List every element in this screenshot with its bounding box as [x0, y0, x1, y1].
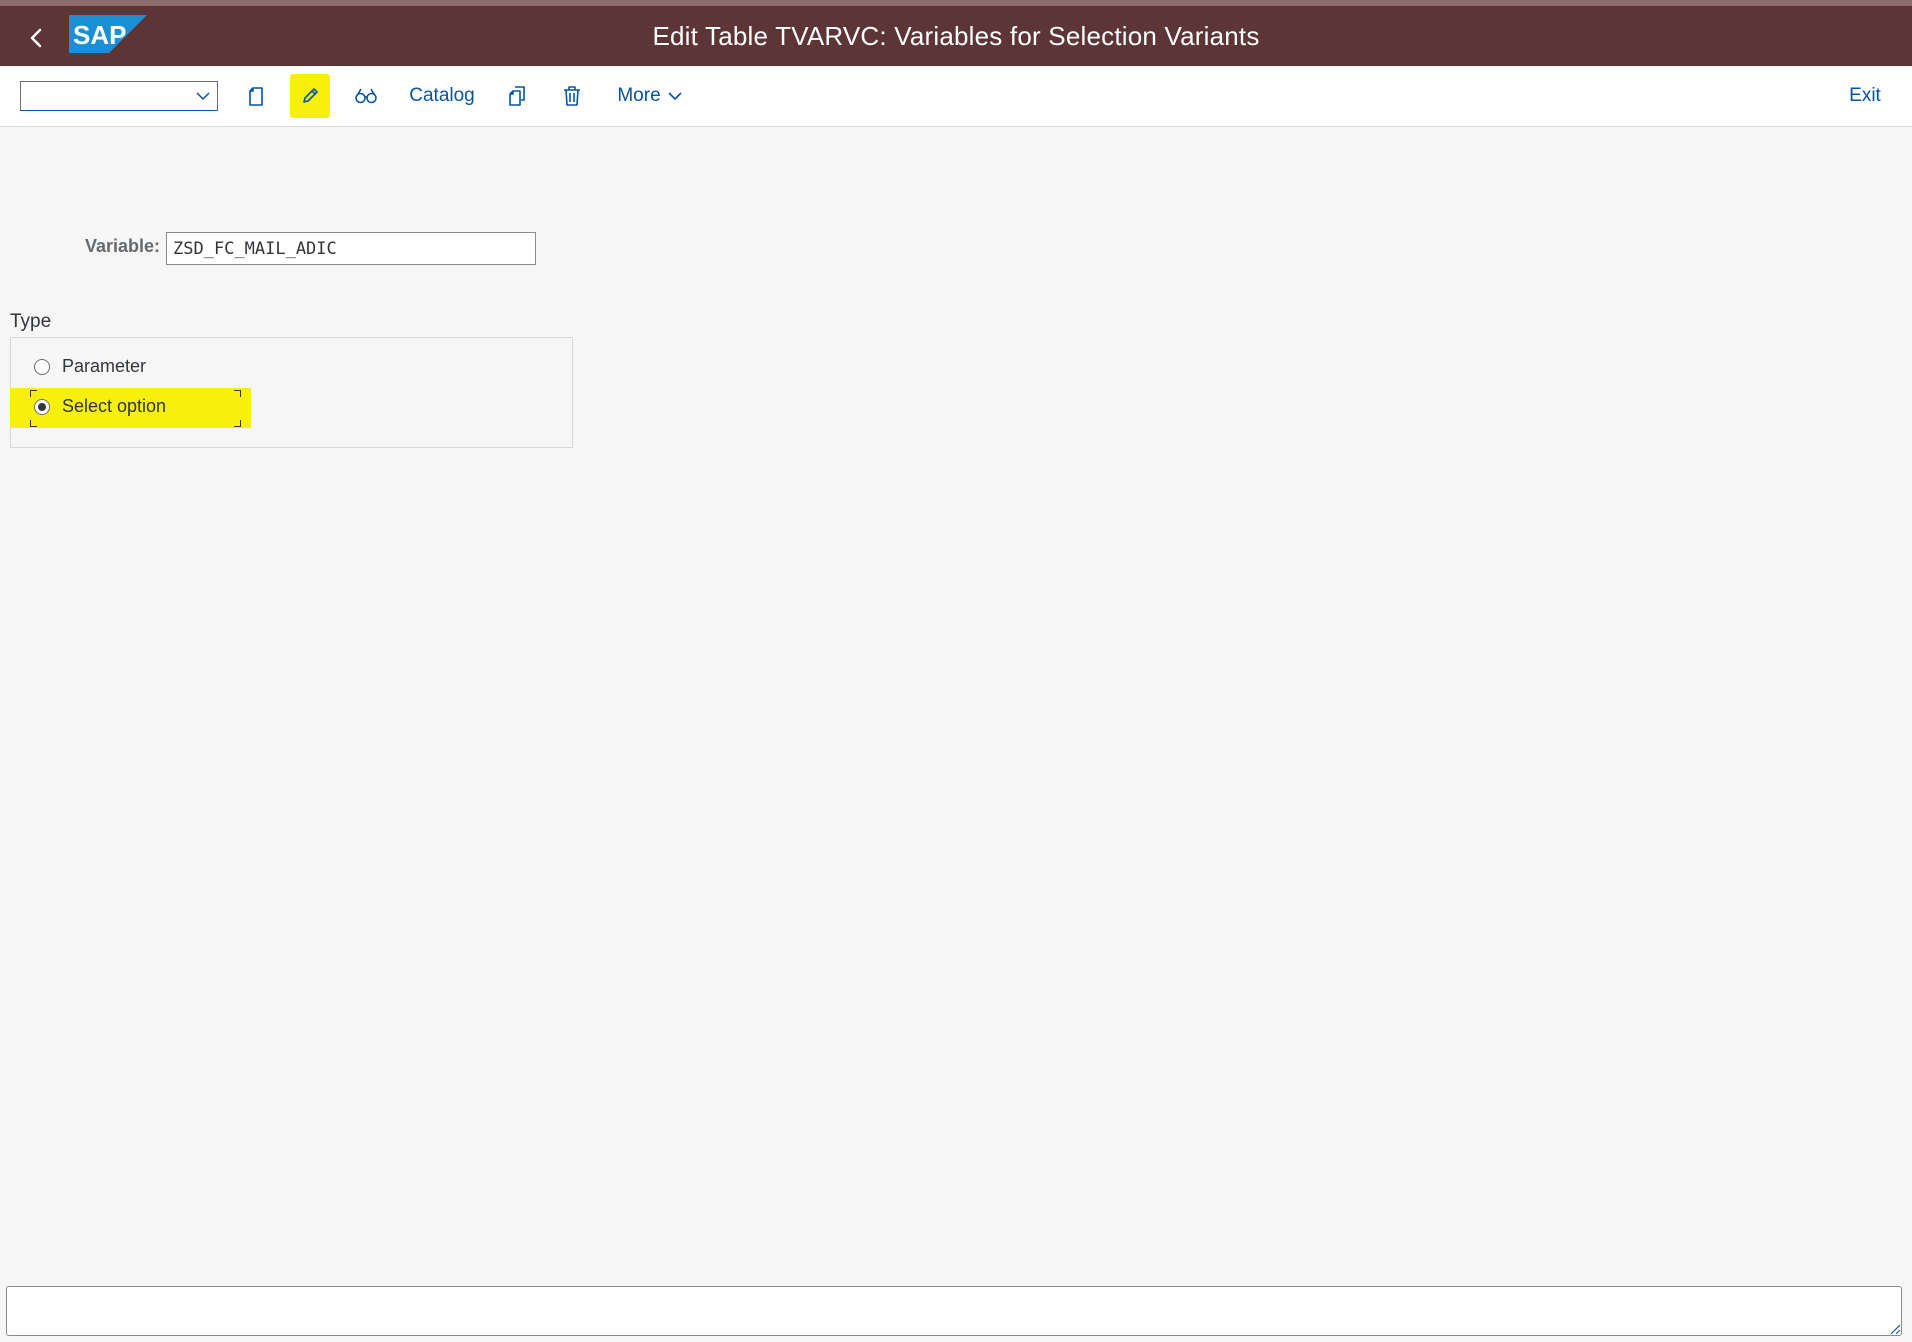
new-document-icon: [249, 87, 263, 106]
edit-button[interactable]: [290, 74, 330, 118]
exit-button[interactable]: Exit: [1840, 76, 1890, 116]
focus-frame-corner: [30, 420, 37, 427]
chevron-down-icon: [196, 92, 210, 101]
status-bar: [6, 1286, 1902, 1336]
trash-icon: [564, 86, 580, 106]
variable-label: Variable:: [84, 236, 160, 256]
application-toolbar: Catalog More Exit: [0, 66, 1912, 127]
new-entry-button[interactable]: [240, 76, 272, 116]
type-group-title: Type: [10, 311, 52, 332]
command-field-select[interactable]: [20, 81, 218, 111]
radio-button-parameter[interactable]: [34, 358, 50, 375]
focus-frame-corner: [234, 390, 241, 397]
delete-button[interactable]: [555, 76, 589, 116]
variable-input[interactable]: [166, 232, 536, 265]
focus-frame-corner: [234, 420, 241, 427]
more-label: More: [617, 85, 661, 106]
radio-parameter[interactable]: Parameter: [34, 356, 146, 377]
resize-grip-icon[interactable]: [1887, 1321, 1901, 1335]
radio-select-option-label: Select option: [62, 396, 167, 416]
more-button[interactable]: More: [612, 76, 688, 116]
page-title: Edit Table TVARVC: Variables for Selecti…: [652, 21, 1260, 51]
catalog-button[interactable]: Catalog: [404, 76, 480, 116]
display-button[interactable]: [348, 76, 384, 116]
binoculars-icon: [355, 88, 377, 104]
radio-parameter-label: Parameter: [62, 356, 147, 376]
copy-icon: [509, 86, 525, 106]
radio-button-select-option[interactable]: [34, 398, 50, 415]
shell-header: SAP Edit Table TVARVC: Variables for Sel…: [0, 0, 1912, 66]
pencil-icon: [303, 88, 318, 103]
radio-select-option[interactable]: Select option: [34, 396, 166, 417]
chevron-down-icon: [668, 92, 682, 101]
copy-button[interactable]: [500, 76, 534, 116]
